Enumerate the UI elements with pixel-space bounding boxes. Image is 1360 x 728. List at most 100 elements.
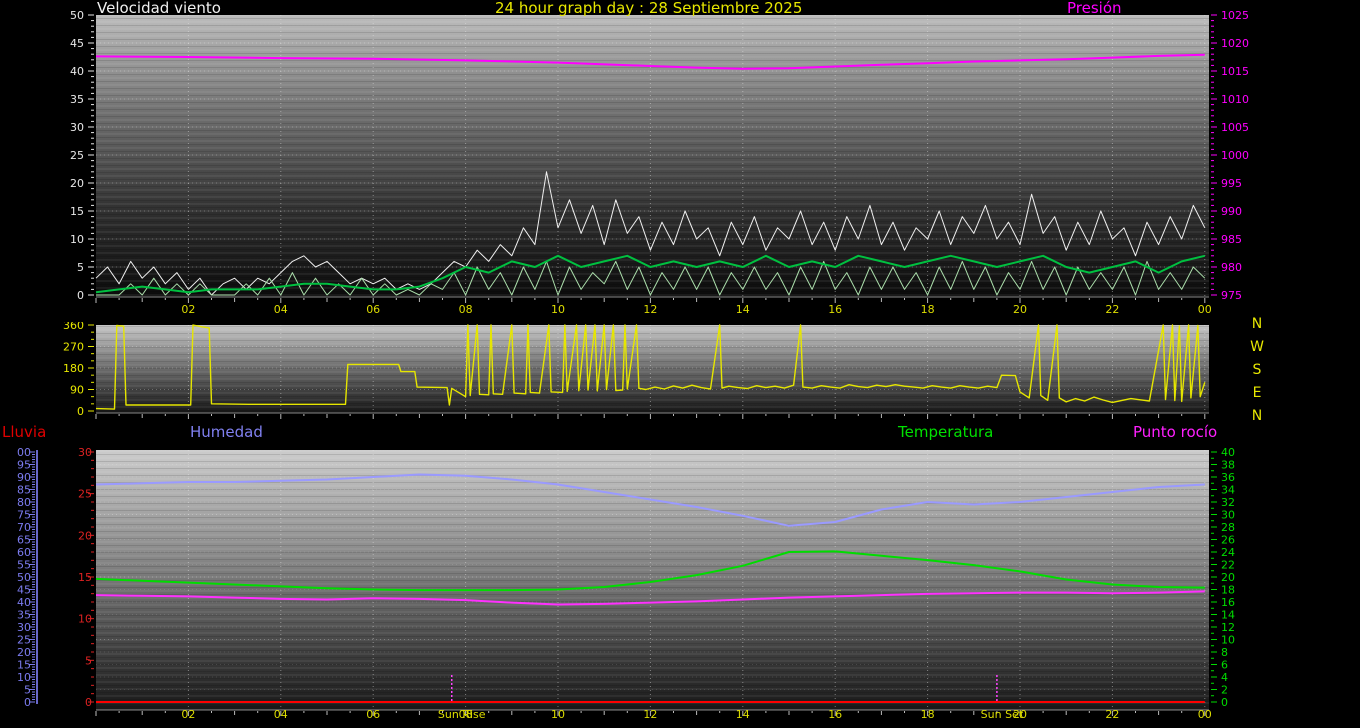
svg-text:22: 22	[1105, 708, 1119, 721]
svg-text:1020: 1020	[1221, 37, 1249, 50]
svg-text:5: 5	[85, 654, 92, 667]
wind-direction-chart: 090180270360	[0, 322, 1360, 422]
svg-text:0: 0	[24, 696, 31, 709]
svg-text:18: 18	[921, 303, 935, 316]
svg-text:975: 975	[1221, 289, 1242, 302]
svg-text:30: 30	[78, 446, 92, 459]
svg-text:10: 10	[17, 671, 31, 684]
svg-text:40: 40	[70, 65, 84, 78]
svg-text:04: 04	[274, 708, 288, 721]
svg-text:980: 980	[1221, 261, 1242, 274]
svg-text:50: 50	[17, 571, 31, 584]
svg-text:10: 10	[551, 303, 565, 316]
compass-label-s: S	[1249, 362, 1265, 378]
svg-text:1025: 1025	[1221, 9, 1249, 22]
svg-text:04: 04	[274, 303, 288, 316]
weather-graphs-screen: 0510152025303540455097598098599099510001…	[0, 0, 1360, 728]
svg-text:25: 25	[70, 149, 84, 162]
svg-text:36: 36	[1221, 471, 1235, 484]
svg-text:20: 20	[70, 177, 84, 190]
svg-text:06: 06	[366, 708, 380, 721]
svg-text:25: 25	[17, 634, 31, 647]
svg-text:4: 4	[1221, 671, 1228, 684]
svg-text:20: 20	[1013, 303, 1027, 316]
svg-text:02: 02	[181, 303, 195, 316]
svg-text:12: 12	[1221, 621, 1235, 634]
svg-text:10: 10	[78, 613, 92, 626]
svg-text:16: 16	[828, 303, 842, 316]
svg-text:00: 00	[1198, 708, 1212, 721]
svg-text:6: 6	[1221, 659, 1228, 672]
svg-text:Sun Set: Sun Set	[981, 708, 1024, 721]
svg-text:60: 60	[17, 546, 31, 559]
pressure-title: Presión	[1067, 0, 1122, 16]
humidity-temperature-rain-chart: 0510152025303540455055606570758085909500…	[0, 422, 1360, 728]
wind-pressure-chart: 0510152025303540455097598098599099510001…	[0, 0, 1360, 322]
svg-text:8: 8	[1221, 646, 1228, 659]
svg-text:45: 45	[70, 37, 84, 50]
svg-text:985: 985	[1221, 233, 1242, 246]
svg-text:08: 08	[459, 303, 473, 316]
svg-text:28: 28	[1221, 521, 1235, 534]
svg-text:12: 12	[643, 303, 657, 316]
svg-text:25: 25	[78, 488, 92, 501]
svg-text:1010: 1010	[1221, 93, 1249, 106]
svg-text:Sun Rise: Sun Rise	[438, 708, 486, 721]
compass-label-w: W	[1249, 339, 1265, 355]
humidity-title: Humedad	[190, 424, 263, 440]
svg-text:995: 995	[1221, 177, 1242, 190]
svg-text:1005: 1005	[1221, 121, 1249, 134]
rain-title: Lluvia	[2, 424, 46, 440]
compass-label-n-top: N	[1249, 316, 1265, 332]
svg-text:1015: 1015	[1221, 65, 1249, 78]
svg-text:32: 32	[1221, 496, 1235, 509]
wind-speed-title: Velocidad viento	[97, 0, 221, 16]
svg-text:26: 26	[1221, 534, 1235, 547]
svg-text:30: 30	[17, 621, 31, 634]
svg-text:34: 34	[1221, 484, 1235, 497]
svg-text:2: 2	[1221, 684, 1228, 697]
svg-text:75: 75	[17, 509, 31, 522]
svg-text:90: 90	[17, 471, 31, 484]
svg-text:20: 20	[78, 529, 92, 542]
svg-text:0: 0	[77, 405, 84, 418]
svg-text:10: 10	[551, 708, 565, 721]
compass-label-n-bottom: N	[1249, 408, 1265, 424]
svg-text:65: 65	[17, 534, 31, 547]
svg-text:0: 0	[85, 696, 92, 709]
svg-text:10: 10	[1221, 634, 1235, 647]
svg-text:95: 95	[17, 459, 31, 472]
svg-text:00: 00	[17, 446, 31, 459]
svg-text:38: 38	[1221, 459, 1235, 472]
svg-text:270: 270	[63, 341, 84, 354]
svg-text:22: 22	[1105, 303, 1119, 316]
svg-text:00: 00	[1198, 303, 1212, 316]
svg-text:14: 14	[1221, 609, 1235, 622]
svg-text:0: 0	[77, 289, 84, 302]
dew-point-title: Punto rocío	[1133, 424, 1217, 440]
svg-text:18: 18	[921, 708, 935, 721]
svg-text:30: 30	[1221, 509, 1235, 522]
svg-text:1000: 1000	[1221, 149, 1249, 162]
svg-text:30: 30	[70, 121, 84, 134]
svg-text:80: 80	[17, 496, 31, 509]
svg-text:360: 360	[63, 322, 84, 332]
svg-text:24: 24	[1221, 546, 1235, 559]
svg-text:14: 14	[736, 708, 750, 721]
svg-text:40: 40	[17, 596, 31, 609]
svg-text:20: 20	[17, 646, 31, 659]
svg-text:12: 12	[643, 708, 657, 721]
svg-text:5: 5	[24, 684, 31, 697]
svg-text:180: 180	[63, 362, 84, 375]
svg-text:14: 14	[736, 303, 750, 316]
page-title: 24 hour graph day : 28 Septiembre 2025	[495, 0, 802, 16]
svg-text:5: 5	[77, 261, 84, 274]
svg-text:06: 06	[366, 303, 380, 316]
svg-text:35: 35	[70, 93, 84, 106]
svg-text:15: 15	[70, 205, 84, 218]
svg-text:18: 18	[1221, 584, 1235, 597]
svg-text:16: 16	[1221, 596, 1235, 609]
svg-text:85: 85	[17, 484, 31, 497]
svg-text:55: 55	[17, 559, 31, 572]
svg-text:15: 15	[78, 571, 92, 584]
